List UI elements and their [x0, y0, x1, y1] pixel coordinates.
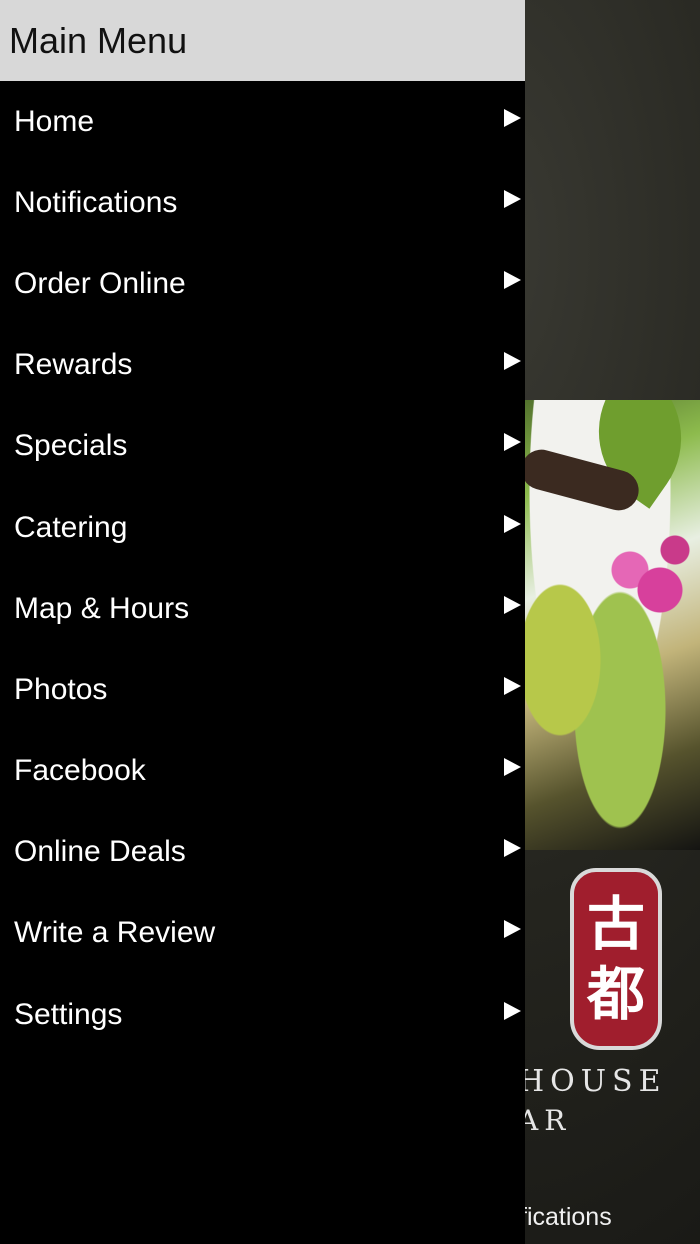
bottom-tab-notifications[interactable]: fications [520, 1203, 612, 1232]
menu-item-label: Map & Hours [14, 591, 190, 625]
arrow-right-icon [504, 189, 521, 208]
menu-item-label: Catering [14, 510, 128, 544]
menu-item-online-deals[interactable]: Online Deals [0, 812, 525, 893]
logo-text-line1: HOUSE [518, 1064, 667, 1099]
drawer-header: Main Menu [0, 0, 525, 81]
menu-item-label: Rewards [14, 348, 133, 382]
arrow-right-icon [504, 1001, 521, 1020]
logo-text-line2: AR [518, 1104, 572, 1137]
menu-item-rewards[interactable]: Rewards [0, 325, 525, 406]
sushi-photo [500, 400, 700, 850]
menu-item-notifications[interactable]: Notifications [0, 162, 525, 243]
menu-item-write-review[interactable]: Write a Review [0, 893, 525, 974]
menu-item-label: Order Online [14, 266, 186, 300]
menu-item-home[interactable]: Home [0, 81, 525, 162]
menu-item-label: Write a Review [14, 916, 216, 950]
menu-item-label: Home [14, 104, 95, 138]
arrow-right-icon [504, 270, 521, 289]
menu-item-order-online[interactable]: Order Online [0, 243, 525, 324]
menu-item-photos[interactable]: Photos [0, 649, 525, 730]
menu-item-label: Online Deals [14, 835, 186, 869]
menu-item-label: Facebook [14, 754, 146, 788]
menu-item-label: Specials [14, 429, 128, 463]
drawer-title: Main Menu [9, 19, 188, 61]
menu-item-label: Notifications [14, 185, 178, 219]
arrow-right-icon [504, 514, 521, 533]
logo-glyph-1: 古 [586, 890, 645, 958]
arrow-right-icon [504, 920, 521, 939]
menu-item-specials[interactable]: Specials [0, 406, 525, 487]
arrow-right-icon [504, 433, 521, 452]
menu-list: Home Notifications Order Online Rewards … [0, 81, 525, 1055]
arrow-right-icon [504, 352, 521, 371]
arrow-right-icon [504, 108, 521, 127]
main-menu-drawer: Main Menu Home Notifications Order Onlin… [0, 0, 525, 1244]
menu-item-label: Photos [14, 672, 108, 706]
menu-item-label: Settings [14, 997, 123, 1031]
menu-item-map-hours[interactable]: Map & Hours [0, 568, 525, 649]
menu-item-catering[interactable]: Catering [0, 487, 525, 568]
logo-glyph-2: 都 [586, 960, 645, 1028]
arrow-right-icon [504, 676, 521, 695]
arrow-right-icon [504, 758, 521, 777]
menu-item-facebook[interactable]: Facebook [0, 731, 525, 812]
arrow-right-icon [504, 839, 521, 858]
arrow-right-icon [504, 595, 521, 614]
restaurant-logo: 古 都 [570, 868, 662, 1050]
menu-item-settings[interactable]: Settings [0, 974, 525, 1055]
